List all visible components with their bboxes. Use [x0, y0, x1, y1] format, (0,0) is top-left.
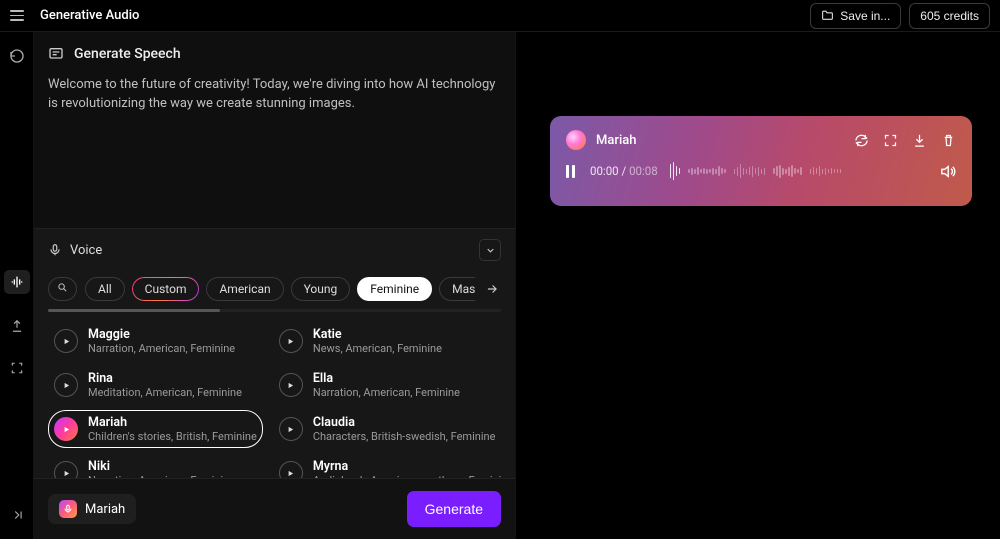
voice-collapse-button[interactable] — [479, 239, 501, 261]
play-icon[interactable] — [54, 417, 78, 441]
voice-section-label: Voice — [70, 243, 102, 258]
voice-item-mariah[interactable]: MariahChildren's stories, British, Femin… — [48, 410, 263, 448]
voice-avatar — [566, 130, 586, 150]
play-icon[interactable] — [279, 329, 303, 353]
menu-button[interactable] — [10, 7, 28, 25]
volume-icon[interactable] — [939, 163, 956, 180]
player-time: 00:00 / 00:08 — [590, 164, 658, 178]
prompt-text[interactable]: Welcome to the future of creativity! Tod… — [34, 62, 515, 128]
rail-collapse-icon[interactable] — [7, 505, 27, 525]
voice-item-myrna[interactable]: MyrnaAudiobook, American-southern, Femin… — [273, 454, 505, 478]
voice-item-rina[interactable]: RinaMeditation, American, Feminine — [48, 366, 263, 404]
credits-button[interactable]: 605 credits — [909, 3, 990, 29]
chip-masculine[interactable]: Masculine — [439, 277, 475, 301]
side-rail — [0, 32, 34, 539]
generate-button[interactable]: Generate — [407, 491, 501, 527]
voice-item-katie[interactable]: KatieNews, American, Feminine — [273, 322, 505, 360]
selected-voice-chip[interactable]: Mariah — [48, 494, 136, 524]
speech-icon — [48, 46, 64, 62]
voice-item-ella[interactable]: EllaNarration, American, Feminine — [273, 366, 505, 404]
app-title: Generative Audio — [40, 8, 139, 23]
chips-scroll-indicator — [48, 309, 501, 312]
voice-search-button[interactable] — [48, 277, 77, 301]
rail-audio-icon[interactable] — [4, 270, 30, 294]
save-in-button[interactable]: Save in... — [810, 3, 901, 29]
waveform[interactable] — [670, 160, 927, 182]
pause-button[interactable] — [566, 165, 578, 178]
voice-item-claudia[interactable]: ClaudiaCharacters, British-swedish, Femi… — [273, 410, 505, 448]
mic-icon — [48, 243, 62, 257]
rail-prompt-icon[interactable] — [7, 316, 27, 336]
play-icon[interactable] — [279, 373, 303, 397]
rail-history-icon[interactable] — [7, 46, 27, 66]
chips-scroll[interactable]: All Custom American Young Feminine Mascu… — [85, 277, 475, 301]
regenerate-icon[interactable] — [854, 133, 869, 148]
play-icon[interactable] — [54, 461, 78, 478]
chip-all[interactable]: All — [85, 277, 125, 301]
play-icon[interactable] — [279, 461, 303, 478]
chip-young[interactable]: Young — [291, 277, 351, 301]
play-icon[interactable] — [54, 373, 78, 397]
voice-list[interactable]: MaggieNarration, American, Feminine Kati… — [48, 322, 505, 478]
chips-next-button[interactable] — [483, 280, 501, 298]
voice-item-niki[interactable]: NikiNarration, American, Feminine — [48, 454, 263, 478]
selected-voice-name: Mariah — [85, 502, 125, 517]
audio-player-card: Mariah 00:00 / 00:08 — [550, 116, 972, 206]
delete-icon[interactable] — [941, 133, 956, 148]
chip-custom[interactable]: Custom — [132, 277, 200, 301]
play-icon[interactable] — [279, 417, 303, 441]
chip-feminine[interactable]: Feminine — [357, 277, 432, 301]
panel-title: Generate Speech — [74, 46, 181, 62]
download-icon[interactable] — [912, 133, 927, 148]
voice-item-maggie[interactable]: MaggieNarration, American, Feminine — [48, 322, 263, 360]
search-icon — [57, 282, 68, 293]
expand-icon[interactable] — [883, 133, 898, 148]
chip-american[interactable]: American — [206, 277, 283, 301]
mic-icon — [59, 500, 77, 518]
folder-icon — [821, 9, 834, 22]
play-icon[interactable] — [54, 329, 78, 353]
rail-scan-icon[interactable] — [7, 358, 27, 378]
player-voice-name: Mariah — [596, 133, 637, 148]
